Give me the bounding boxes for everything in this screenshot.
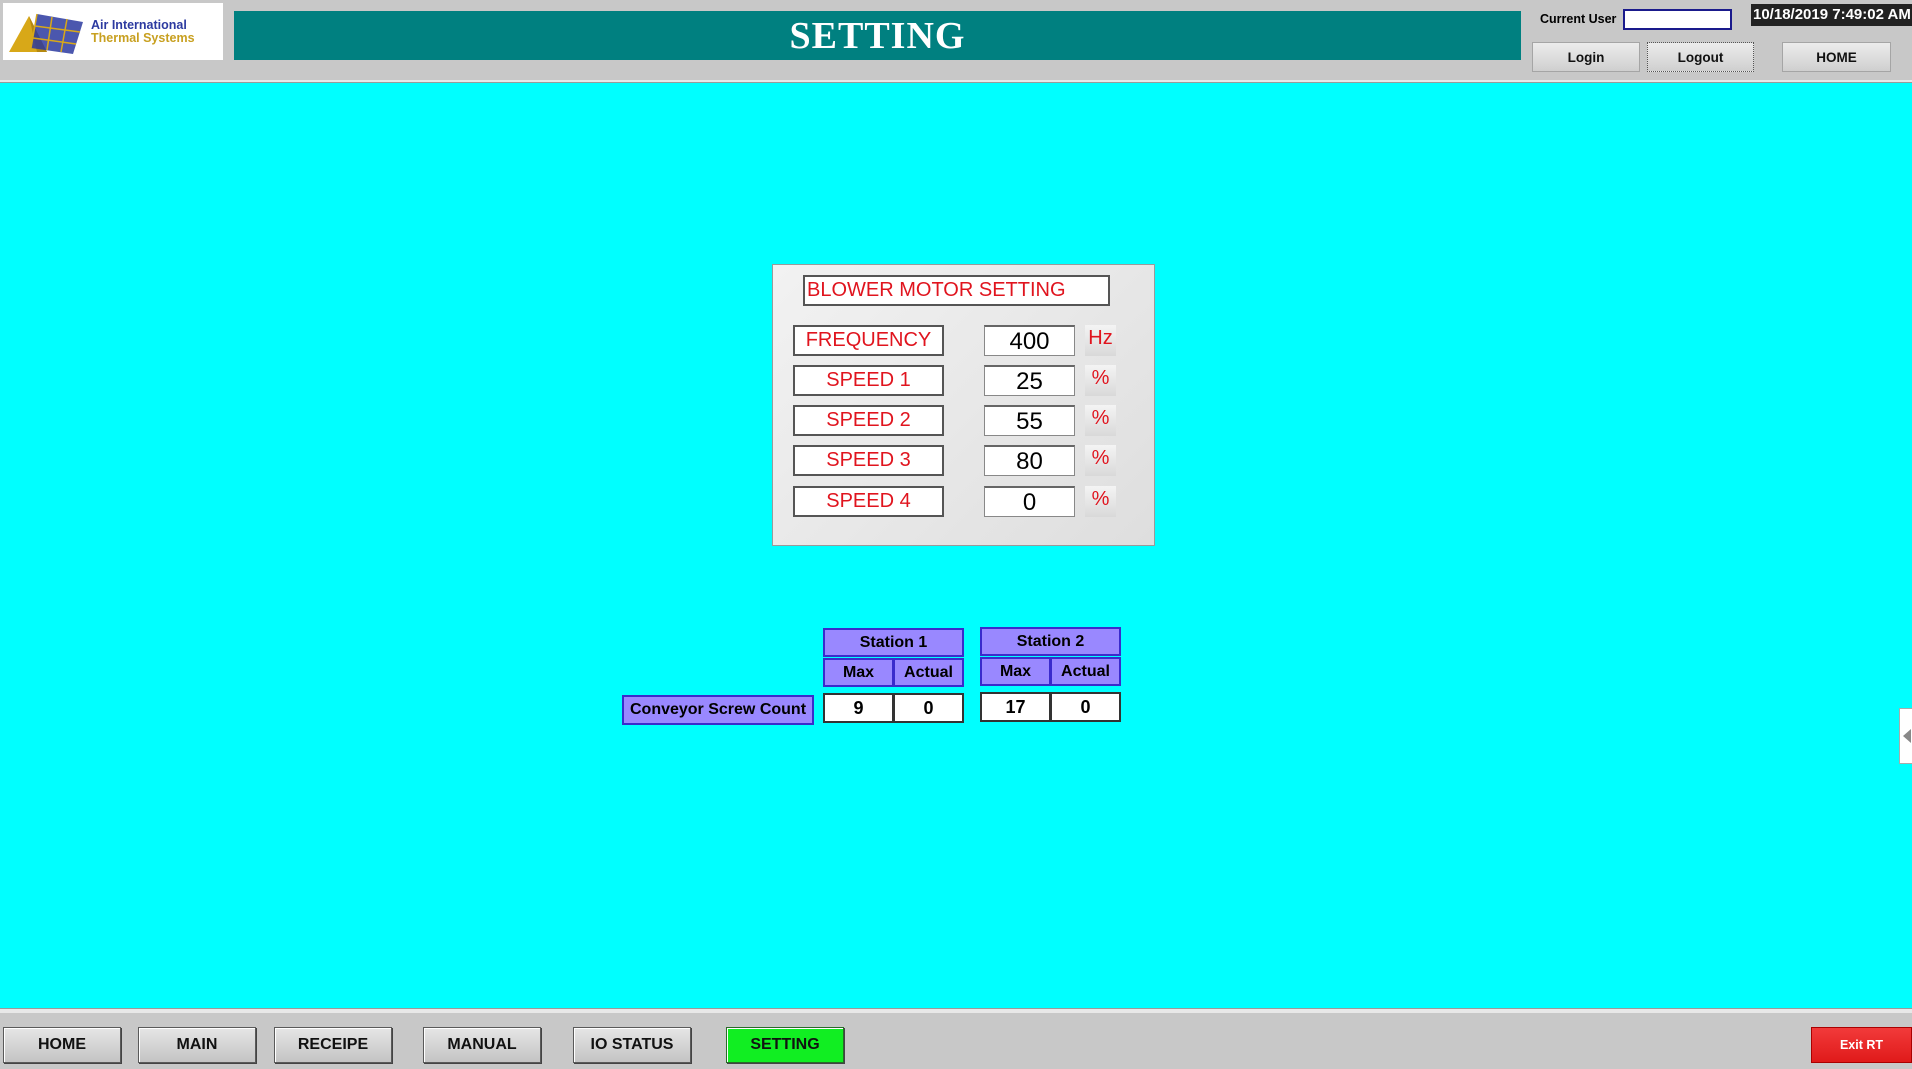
speed2-input[interactable]: 55 <box>984 405 1075 436</box>
speed4-label: SPEED 4 <box>793 486 944 517</box>
speed1-unit: % <box>1085 365 1116 396</box>
station2-max-value[interactable]: 17 <box>980 692 1051 722</box>
speed1-label: SPEED 1 <box>793 365 944 396</box>
speed4-input[interactable]: 0 <box>984 486 1075 517</box>
station1-max-header: Max <box>823 658 894 687</box>
home-header-button[interactable]: HOME <box>1782 42 1891 72</box>
header-divider <box>0 80 1912 83</box>
speed4-unit: % <box>1085 486 1116 517</box>
company-logo: Air International Thermal Systems <box>3 3 223 60</box>
station1-actual-value: 0 <box>893 693 964 723</box>
logo-line1: Air International <box>91 17 187 32</box>
exit-rt-button[interactable]: Exit RT <box>1811 1027 1912 1063</box>
speed1-input[interactable]: 25 <box>984 365 1075 396</box>
frequency-unit: Hz <box>1085 325 1116 356</box>
speed2-label: SPEED 2 <box>793 405 944 436</box>
station2-max-header: Max <box>980 657 1051 686</box>
current-user-label: Current User <box>1540 12 1617 26</box>
logo-icon <box>9 13 83 54</box>
page-title-bar: SETTING <box>234 11 1521 60</box>
nav-main-button[interactable]: MAIN <box>138 1027 256 1063</box>
station1-max-value[interactable]: 9 <box>823 693 894 723</box>
station2-actual-value: 0 <box>1050 692 1121 722</box>
current-user-field <box>1623 9 1732 30</box>
datetime-display: 10/18/2019 7:49:02 AM <box>1751 4 1912 26</box>
station1-actual-header: Actual <box>893 658 964 687</box>
side-panel-tab[interactable] <box>1899 708 1912 764</box>
conveyor-screw-count-label: Conveyor Screw Count <box>622 695 814 725</box>
station1-header: Station 1 <box>823 628 964 657</box>
login-button[interactable]: Login <box>1532 42 1640 72</box>
frequency-input[interactable]: 400 <box>984 325 1075 356</box>
station2-actual-header: Actual <box>1050 657 1121 686</box>
speed3-label: SPEED 3 <box>793 445 944 476</box>
speed3-input[interactable]: 80 <box>984 445 1075 476</box>
page-title: SETTING <box>789 14 966 57</box>
logo-text: Air International Thermal Systems <box>91 17 195 45</box>
nav-manual-button[interactable]: MANUAL <box>423 1027 541 1063</box>
nav-setting-button[interactable]: SETTING <box>726 1027 844 1063</box>
logo-line2: Thermal Systems <box>91 30 195 45</box>
blower-panel-title: BLOWER MOTOR SETTING <box>803 275 1110 306</box>
nav-receipe-button[interactable]: RECEIPE <box>274 1027 392 1063</box>
blower-motor-panel: BLOWER MOTOR SETTING FREQUENCY 400 Hz SP… <box>772 264 1155 546</box>
nav-io-status-button[interactable]: IO STATUS <box>573 1027 691 1063</box>
chevron-left-icon <box>1903 729 1911 743</box>
nav-home-button[interactable]: HOME <box>3 1027 121 1063</box>
speed3-unit: % <box>1085 445 1116 476</box>
station2-header: Station 2 <box>980 627 1121 656</box>
logout-button[interactable]: Logout <box>1647 42 1754 72</box>
speed2-unit: % <box>1085 405 1116 436</box>
frequency-label: FREQUENCY <box>793 325 944 356</box>
